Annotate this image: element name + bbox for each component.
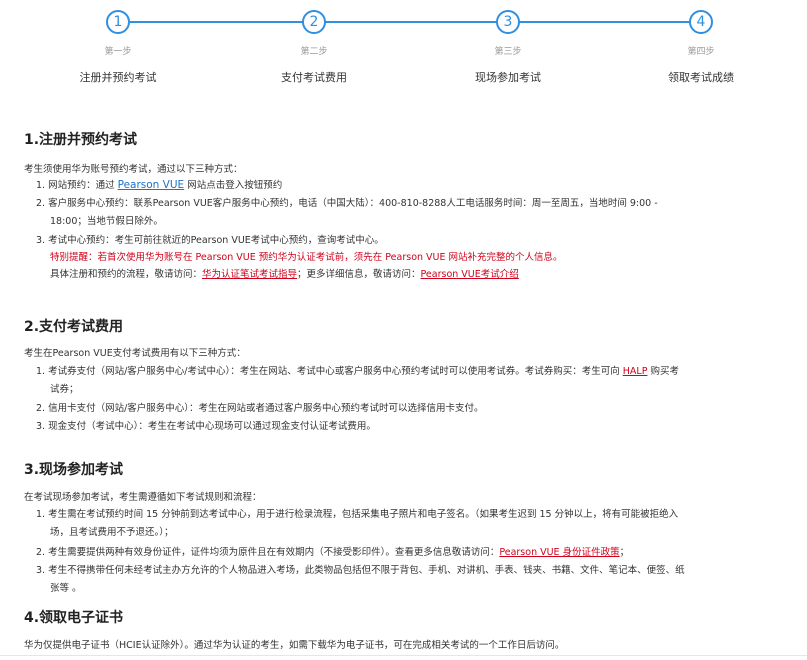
section1-intro: 考生须使用华为账号预约考试，通过以下三种方式：	[24, 164, 243, 175]
section1-detail: 具体注册和预约的流程，敬请访问：华为认证笔试考试指导；更多详细信息，敬请访问：P…	[50, 267, 519, 282]
item-text: 购买考	[647, 366, 679, 377]
pearson-vue-intro-link[interactable]: Pearson VUE考试介绍	[421, 269, 519, 280]
item-text: 1. 考试券支付（网站/客户服务中心/考试中心）：考生在网站、考试中心或客户服务…	[36, 366, 623, 377]
exam-guide-link[interactable]: 华为认证笔试考试指导	[202, 269, 297, 280]
section2-intro: 考生在Pearson VUE支付考试费用有以下三种方式：	[24, 348, 246, 359]
halp-link[interactable]: HALP	[623, 366, 648, 377]
detail-text: ；更多详细信息，敬请访问：	[297, 269, 421, 280]
section-title-payment: 2.支付考试费用	[24, 319, 124, 335]
item-text: 1. 网站预约：通过	[36, 180, 118, 191]
step-4-label: 领取考试成绩	[668, 71, 734, 84]
step-4-circle: 4	[689, 10, 713, 34]
step-2-title: 第二步	[300, 47, 328, 57]
step-2-label: 支付考试费用	[281, 71, 347, 84]
divider	[0, 655, 807, 656]
section3-intro: 在考试现场参加考试，考生需遵循如下考试规则和流程：	[24, 492, 262, 503]
step-1-title: 第一步	[104, 47, 132, 57]
section1-item-website: 1. 网站预约：通过 Pearson VUE 网站点击登入按钮预约	[36, 178, 282, 193]
item-text: 网站点击登入按钮预约	[184, 180, 283, 191]
section2-item-voucher: 1. 考试券支付（网站/客户服务中心/考试中心）：考生在网站、考试中心或客户服务…	[36, 364, 679, 379]
section1-item-service-center: 2. 客户服务中心预约：联系Pearson VUE客户服务中心预约，电话（中国大…	[36, 198, 658, 209]
section3-item-belongings: 3. 考生不得携带任何未经考试主办方允许的个人物品进入考场，此类物品包括但不限于…	[36, 565, 685, 576]
section3-item-belongings-cont: 张等 。	[50, 583, 82, 594]
detail-text: 具体注册和预约的流程，敬请访问：	[50, 269, 203, 280]
section-title-certificate: 4.领取电子证书	[24, 610, 124, 626]
stepper-line	[130, 21, 690, 23]
step-3-label: 现场参加考试	[475, 71, 541, 84]
section1-item-test-center: 3. 考试中心预约：考生可前往就近的Pearson VUE考试中心预约，查询考试…	[36, 235, 384, 246]
progress-stepper: 1 2 3 4 第一步 第二步 第三步 第四步 注册并预约考试 支付考试费用 现…	[0, 0, 807, 100]
step-1-label: 注册并预约考试	[79, 71, 157, 84]
section3-item-id: 2. 考生需要提供两种有效身份证件，证件均须为原件且在有效期内（不接受影印件）。…	[36, 545, 629, 560]
section2-item-cash: 3. 现金支付（考试中心）：考生在考试中心现场可以通过现金支付认证考试费用。	[36, 421, 376, 432]
step-4-title: 第四步	[687, 47, 715, 57]
section3-item-arrival: 1. 考生需在考试预约时间 15 分钟前到达考试中心，用于进行检录流程，包括采集…	[36, 509, 679, 520]
section2-item-voucher-cont: 试券；	[50, 384, 79, 395]
section1-item-service-center-cont: 18:00；当地节假日除外。	[50, 216, 163, 227]
section-title-register: 1.注册并预约考试	[24, 132, 138, 148]
section3-item-arrival-cont: 场，且考试费用不予退还。）；	[50, 527, 174, 538]
section2-item-credit-card: 2. 信用卡支付（网站/客户服务中心）：考生在网站或者通过客户服务中心预约考试时…	[36, 403, 484, 414]
special-notice: 特别提醒：若首次使用华为账号在 Pearson VUE 预约华为认证考试前，须先…	[50, 252, 563, 263]
item-text: 2. 考生需要提供两种有效身份证件，证件均须为原件且在有效期内（不接受影印件）。…	[36, 547, 500, 558]
id-policy-link[interactable]: Pearson VUE 身份证件政策	[499, 547, 619, 558]
step-1-circle: 1	[106, 10, 130, 34]
step-2-circle: 2	[302, 10, 326, 34]
step-3-title: 第三步	[494, 47, 522, 57]
step-3-circle: 3	[496, 10, 520, 34]
section4-intro: 华为仅提供电子证书（HCIE认证除外）。通过华为认证的考生，如需下载华为电子证书…	[24, 640, 565, 651]
pearson-vue-link[interactable]: Pearson VUE	[118, 179, 185, 191]
section-title-onsite: 3.现场参加考试	[24, 462, 124, 478]
item-text: ；	[619, 547, 630, 558]
